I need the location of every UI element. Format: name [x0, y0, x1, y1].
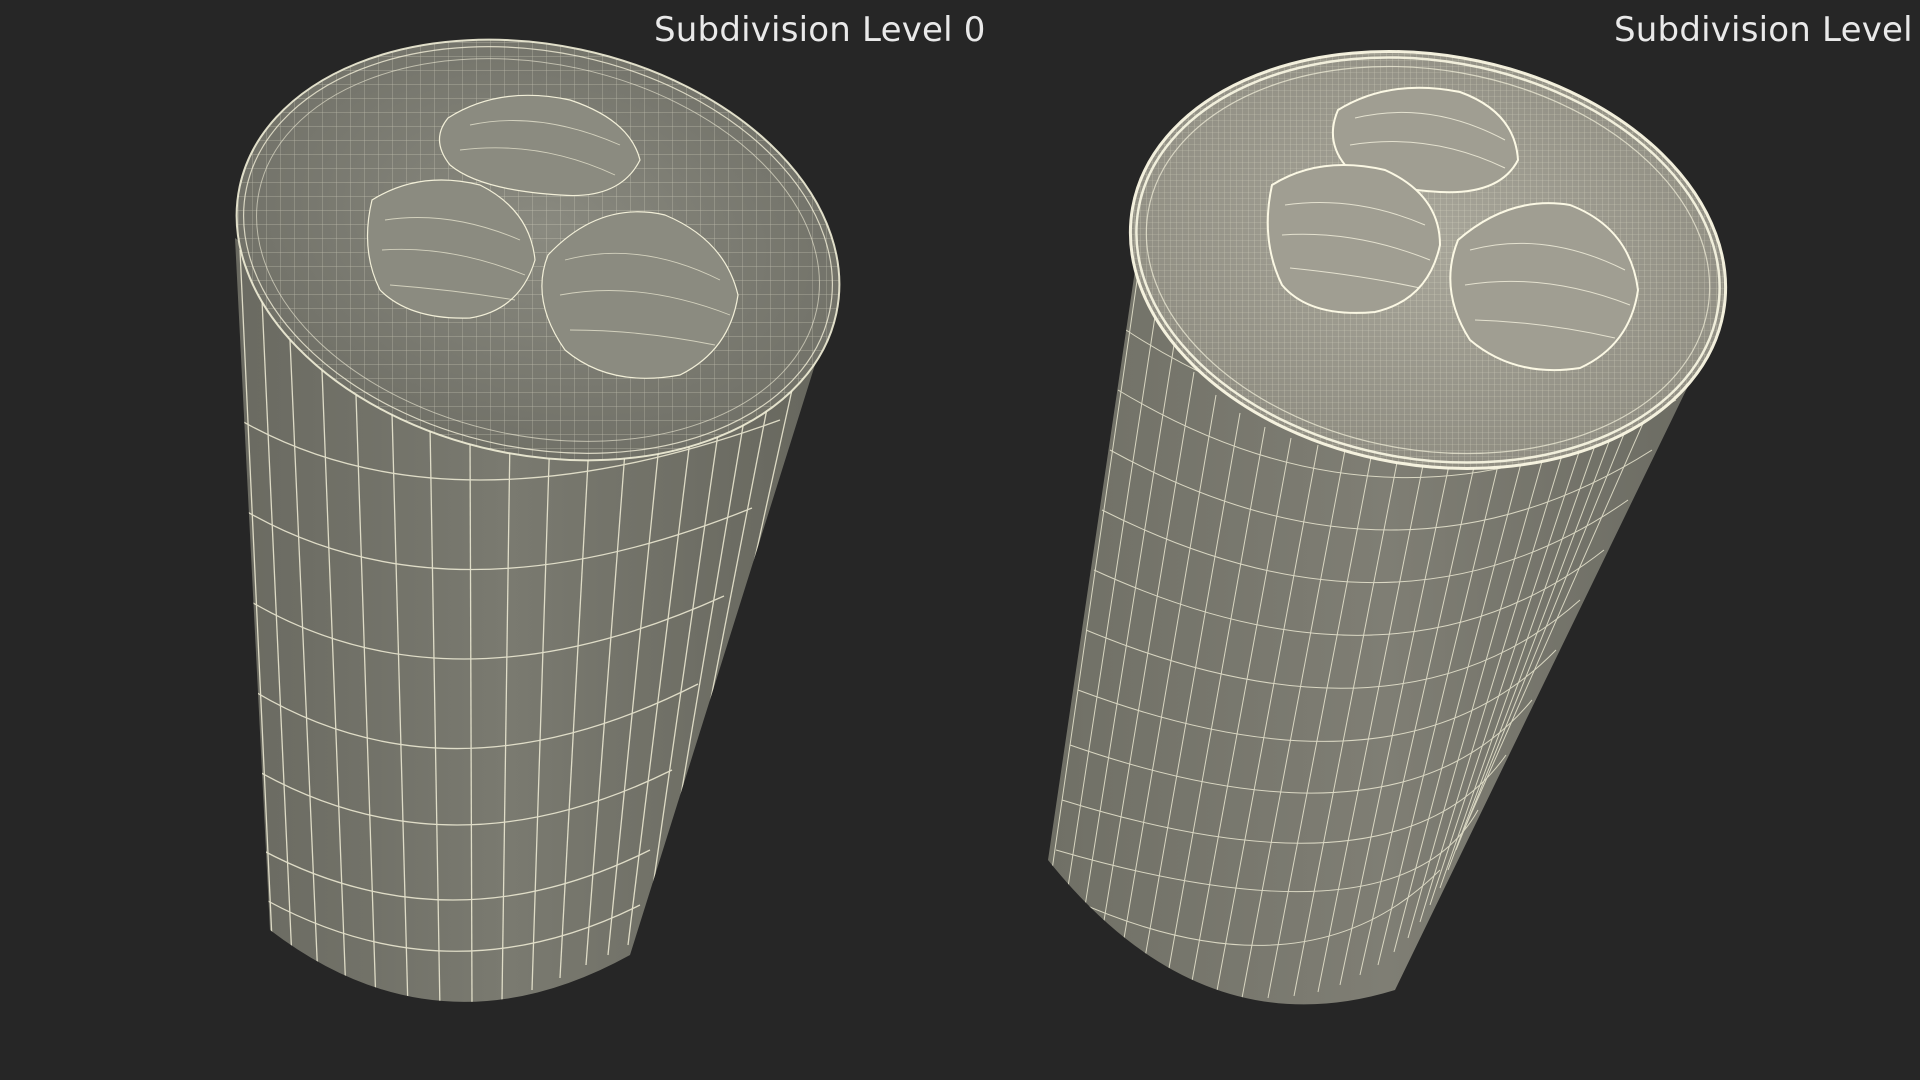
cylinder-level-0: [220, 38, 860, 1002]
cylinder-level-1: [1048, 40, 1750, 1005]
wireframe-render: [220, 38, 1750, 1005]
render-viewport: Subdivision Level 0 Subdivision Level 1: [0, 0, 1920, 1080]
